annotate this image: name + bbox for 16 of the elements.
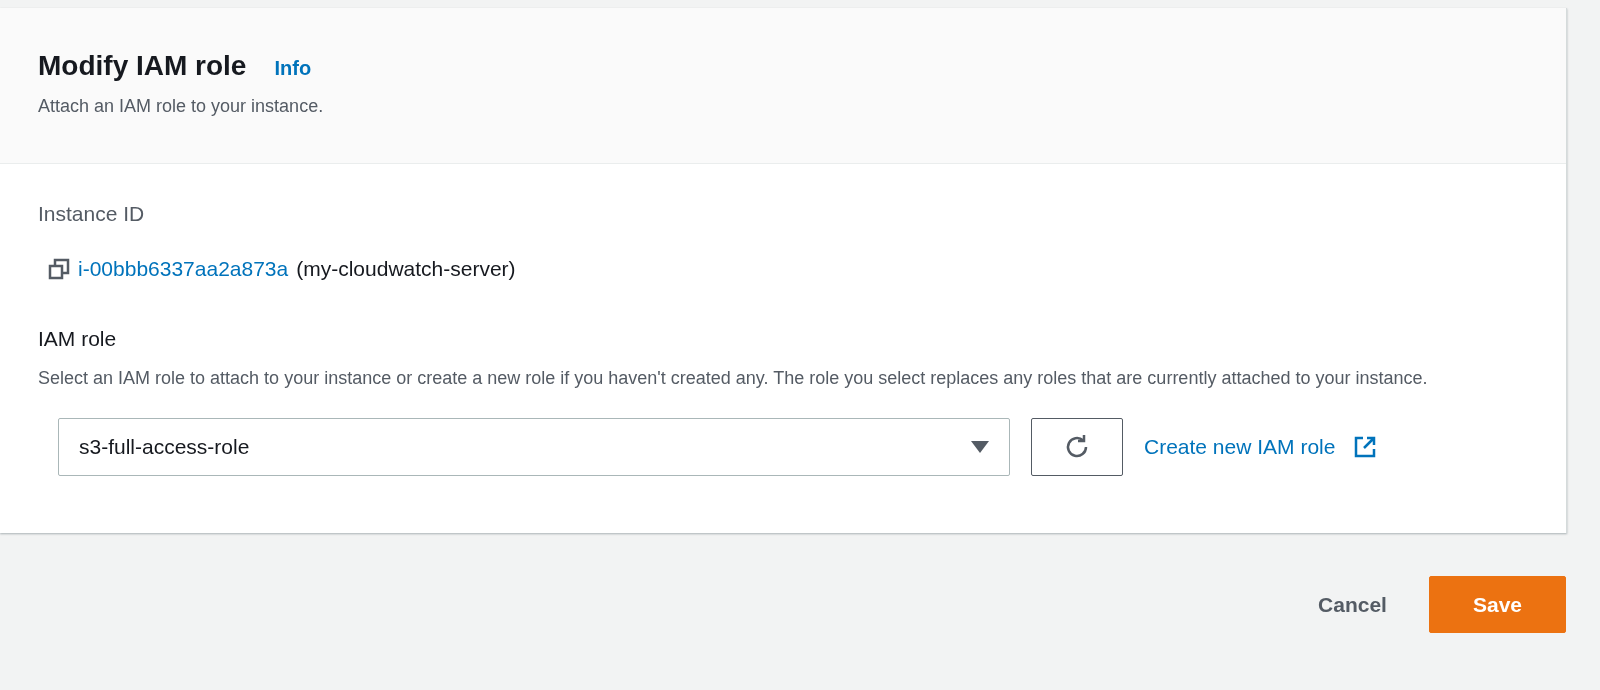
panel-description: Attach an IAM role to your instance. bbox=[38, 96, 325, 117]
refresh-button[interactable] bbox=[1031, 418, 1123, 476]
info-link[interactable]: Info bbox=[274, 57, 312, 80]
field-label: Instance ID bbox=[38, 202, 146, 226]
field-description: Select an IAM role to attach to your instance or create a new role if you haven't created any. The role you select replaces any roles that are currently attached to your instance. bbox=[38, 367, 1429, 390]
cancel-button[interactable]: Cancel bbox=[1318, 576, 1387, 633]
instance-name: (my-cloudwatch-server) bbox=[296, 257, 516, 281]
external-link-icon bbox=[1353, 435, 1378, 459]
field-label: IAM role bbox=[38, 327, 118, 351]
save-button[interactable]: Save bbox=[1428, 576, 1566, 633]
caret-icon bbox=[971, 441, 989, 453]
panel-title: Modify IAM role bbox=[38, 50, 247, 82]
copy-icon[interactable] bbox=[48, 258, 70, 280]
create-role-link[interactable]: Create new IAM role bbox=[1144, 435, 1378, 459]
role-select[interactable]: s3-full-access-role bbox=[58, 418, 1010, 476]
instance-id-link[interactable]: i-00bbb6337aa2a873a bbox=[78, 257, 289, 281]
